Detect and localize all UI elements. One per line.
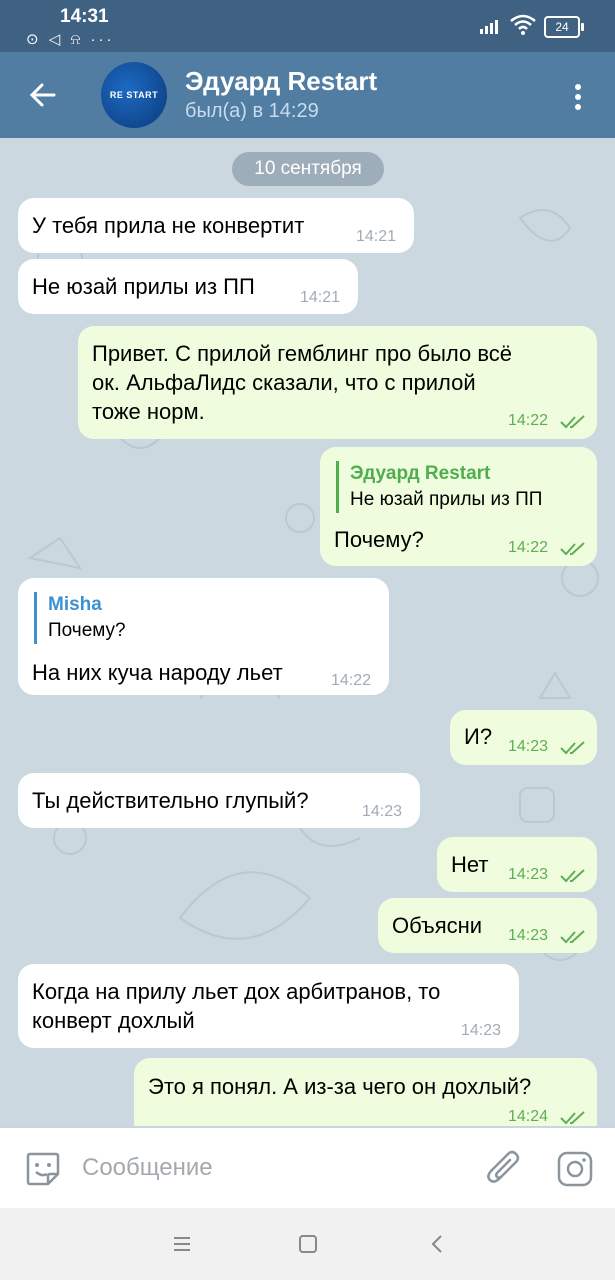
- double-check-icon: [560, 415, 585, 429]
- double-check-icon: [560, 930, 585, 944]
- double-check-icon: [560, 869, 585, 883]
- message-time: 14:21: [300, 289, 341, 306]
- message-incoming[interactable]: Не юзай прилы из ПП 14:21: [18, 259, 358, 314]
- message-text: На них куча народу льет: [32, 660, 283, 685]
- message-time: 14:24: [508, 1108, 549, 1125]
- reply-quote[interactable]: Misha Почему?: [34, 592, 126, 644]
- message-text-line: конверт дохлый: [32, 1008, 195, 1033]
- message-time: 14:22: [331, 672, 372, 689]
- message-time: 14:21: [356, 228, 397, 245]
- message-input[interactable]: Сообщение: [82, 1154, 213, 1182]
- message-text: У тебя прила не конвертит: [32, 213, 305, 238]
- message-outgoing[interactable]: И? 14:23: [450, 710, 597, 765]
- message-time: 14:23: [508, 866, 549, 883]
- message-incoming-reply[interactable]: Misha Почему? На них куча народу льет 14…: [18, 578, 389, 695]
- reply-author: Misha: [48, 594, 102, 615]
- message-text-line: Привет. С прилой гемблинг про было всё: [92, 341, 512, 366]
- message-outgoing[interactable]: Нет 14:23: [437, 837, 597, 892]
- message-time: 14:23: [362, 803, 403, 820]
- battery-icon: 24: [544, 16, 584, 38]
- message-outgoing[interactable]: Это я понял. А из-за чего он дохлый? 14:…: [134, 1058, 597, 1126]
- avatar[interactable]: RE START: [101, 62, 167, 128]
- attach-paperclip-icon[interactable]: [484, 1148, 522, 1188]
- message-incoming[interactable]: Когда на прилу льет дох арбитранов, то к…: [18, 964, 519, 1048]
- camera-icon[interactable]: [556, 1150, 594, 1188]
- message-outgoing[interactable]: Объясни 14:23: [378, 898, 597, 953]
- message-text: Это я понял. А из-за чего он дохлый?: [148, 1074, 532, 1099]
- reply-text: Почему?: [48, 620, 126, 641]
- notification-icons: ⊙ ◁ ⍾ ···: [26, 31, 115, 48]
- reply-quote[interactable]: Эдуард Restart Не юзай прилы из ПП: [336, 461, 542, 513]
- signal-icon: [480, 20, 498, 34]
- chat-messages[interactable]: 10 сентября У тебя прила не конвертит 14…: [0, 138, 615, 1126]
- system-nav-bar: [0, 1208, 615, 1280]
- sticker-emoji-icon[interactable]: [24, 1150, 62, 1188]
- message-time: 14:22: [508, 539, 549, 556]
- recent-apps-icon[interactable]: [170, 1232, 194, 1256]
- back-arrow-icon[interactable]: [28, 80, 58, 110]
- message-composer: Сообщение: [0, 1128, 615, 1208]
- message-time: 14:23: [508, 738, 549, 755]
- system-back-icon[interactable]: [426, 1232, 450, 1256]
- date-separator: 10 сентября: [232, 152, 384, 186]
- reply-text: Не юзай прилы из ПП: [350, 489, 543, 510]
- message-outgoing[interactable]: Привет. С прилой гемблинг про было всё о…: [78, 326, 597, 439]
- chat-header: RE START Эдуард Restart был(а) в 14:29: [0, 52, 615, 138]
- last-seen-status: был(а) в 14:29: [185, 100, 319, 122]
- status-bar: 14:31 ⊙ ◁ ⍾ ··· 24: [0, 0, 615, 52]
- home-icon[interactable]: [296, 1232, 320, 1256]
- message-incoming[interactable]: У тебя прила не конвертит 14:21: [18, 198, 414, 253]
- message-text: Не юзай прилы из ПП: [32, 274, 255, 299]
- message-text: Объясни: [392, 913, 483, 938]
- chat-title[interactable]: Эдуард Restart: [185, 66, 377, 97]
- more-vert-icon[interactable]: [566, 82, 590, 112]
- message-outgoing-reply[interactable]: Эдуард Restart Не юзай прилы из ПП Почем…: [320, 447, 597, 566]
- message-text: Ты действительно глупый?: [32, 788, 309, 813]
- double-check-icon: [560, 1111, 585, 1125]
- message-text: И?: [464, 724, 493, 749]
- status-time: 14:31: [60, 6, 109, 27]
- double-check-icon: [560, 542, 585, 556]
- reply-author: Эдуард Restart: [350, 463, 491, 484]
- message-time: 14:23: [508, 927, 549, 944]
- message-time: 14:23: [461, 1022, 502, 1039]
- message-text-line: Когда на прилу льет дох арбитранов, то: [32, 979, 441, 1004]
- message-time: 14:22: [508, 412, 549, 429]
- message-text-line: ок. АльфаЛидс сказали, что с прилой: [92, 370, 476, 395]
- double-check-icon: [560, 741, 585, 755]
- message-incoming[interactable]: Ты действительно глупый? 14:23: [18, 773, 420, 828]
- wifi-icon: [510, 14, 536, 35]
- message-text-line: тоже норм.: [92, 399, 205, 424]
- message-text: Почему?: [334, 527, 424, 552]
- message-text: Нет: [451, 852, 489, 877]
